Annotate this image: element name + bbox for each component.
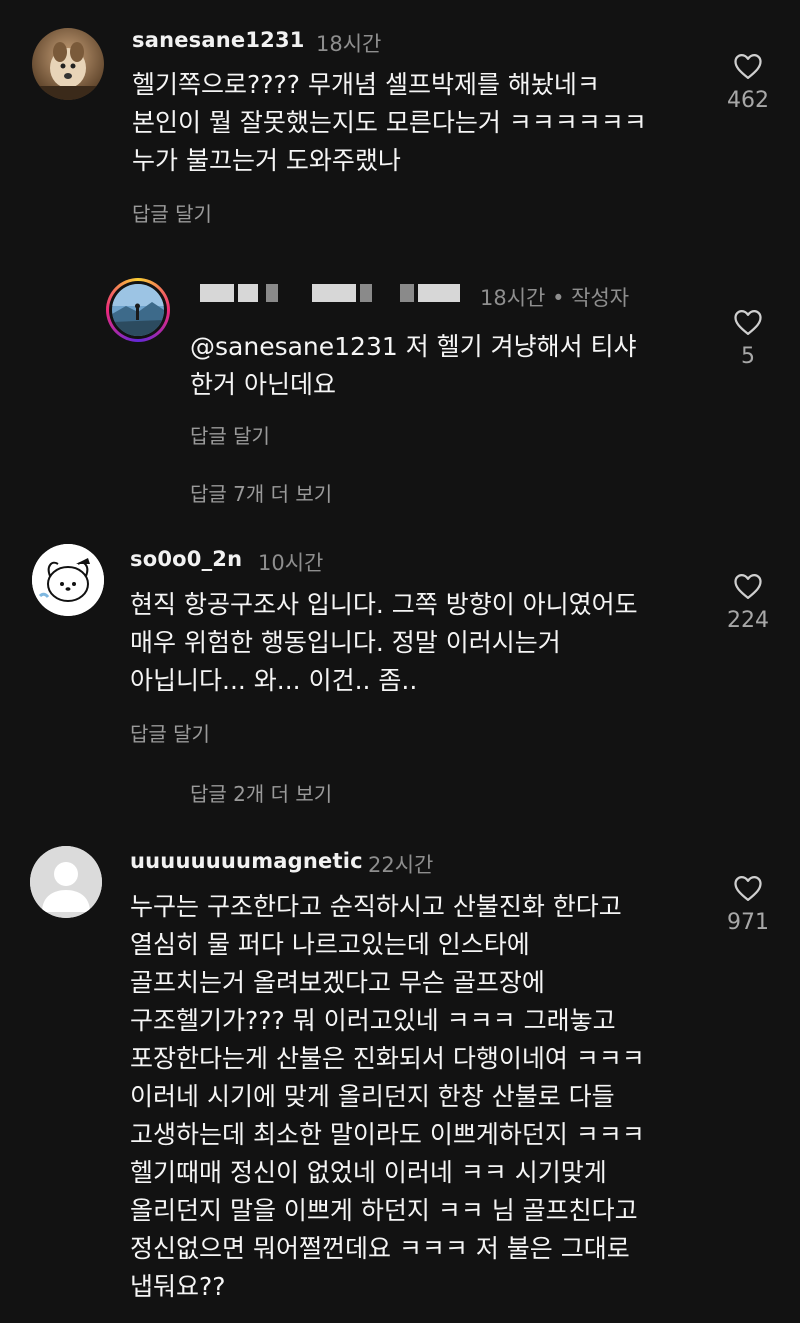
avatar[interactable] — [32, 28, 104, 100]
comment-timestamp: 10시간 — [258, 551, 324, 575]
comment-body: 누구는 구조한다고 순직하시고 산불진화 한다고 열심히 물 퍼다 나르고있는데… — [130, 892, 645, 1301]
comment-timestamp: 22시간 — [368, 853, 434, 877]
comment-timestamp: 18시간 • 작성자 — [480, 286, 630, 310]
heart-outline-icon[interactable] — [733, 52, 763, 80]
like-button[interactable]: 224 — [718, 572, 778, 633]
avatar[interactable] — [30, 846, 102, 918]
view-replies-button[interactable]: 답글 2개 더 보기 — [190, 778, 332, 807]
comment-timestamp: 18시간 — [316, 32, 382, 56]
comment-body: @sanesane1231 저 헬기 겨냥해서 티샤 한거 아닌데요 — [190, 332, 637, 399]
like-count: 5 — [741, 344, 755, 369]
comment-username[interactable]: sanesane1231 — [132, 28, 305, 52]
heart-outline-icon[interactable] — [733, 572, 763, 600]
reply-button[interactable]: 답글 달기 — [132, 198, 212, 227]
like-button[interactable]: 462 — [718, 52, 778, 113]
like-button[interactable]: 971 — [718, 874, 778, 935]
reply-button[interactable]: 답글 달기 — [130, 718, 210, 747]
author-badge: • 작성자 — [552, 286, 630, 310]
comment-username[interactable]: uuuuuuuumagnetic — [130, 849, 363, 873]
comment-username[interactable]: so0o0_2n — [130, 547, 242, 571]
like-count: 971 — [727, 910, 769, 935]
reply-button[interactable]: 답글 달기 — [190, 420, 270, 449]
like-button[interactable]: 5 — [718, 308, 778, 369]
person-silhouette-icon — [30, 846, 102, 918]
avatar[interactable] — [32, 544, 104, 616]
like-count: 462 — [727, 88, 769, 113]
heart-outline-icon[interactable] — [733, 308, 763, 336]
like-count: 224 — [727, 608, 769, 633]
avatar[interactable] — [106, 278, 170, 342]
comment-body: 헬기쪽으로???? 무개념 셀프박제를 해놨네ㅋ 본인이 뭘 잘못했는지도 모른… — [132, 70, 647, 175]
heart-outline-icon[interactable] — [733, 874, 763, 902]
view-replies-button[interactable]: 답글 7개 더 보기 — [190, 478, 332, 507]
comment-body: 현직 항공구조사 입니다. 그쪽 방향이 아니였어도 매우 위험한 행동입니다.… — [130, 590, 638, 695]
